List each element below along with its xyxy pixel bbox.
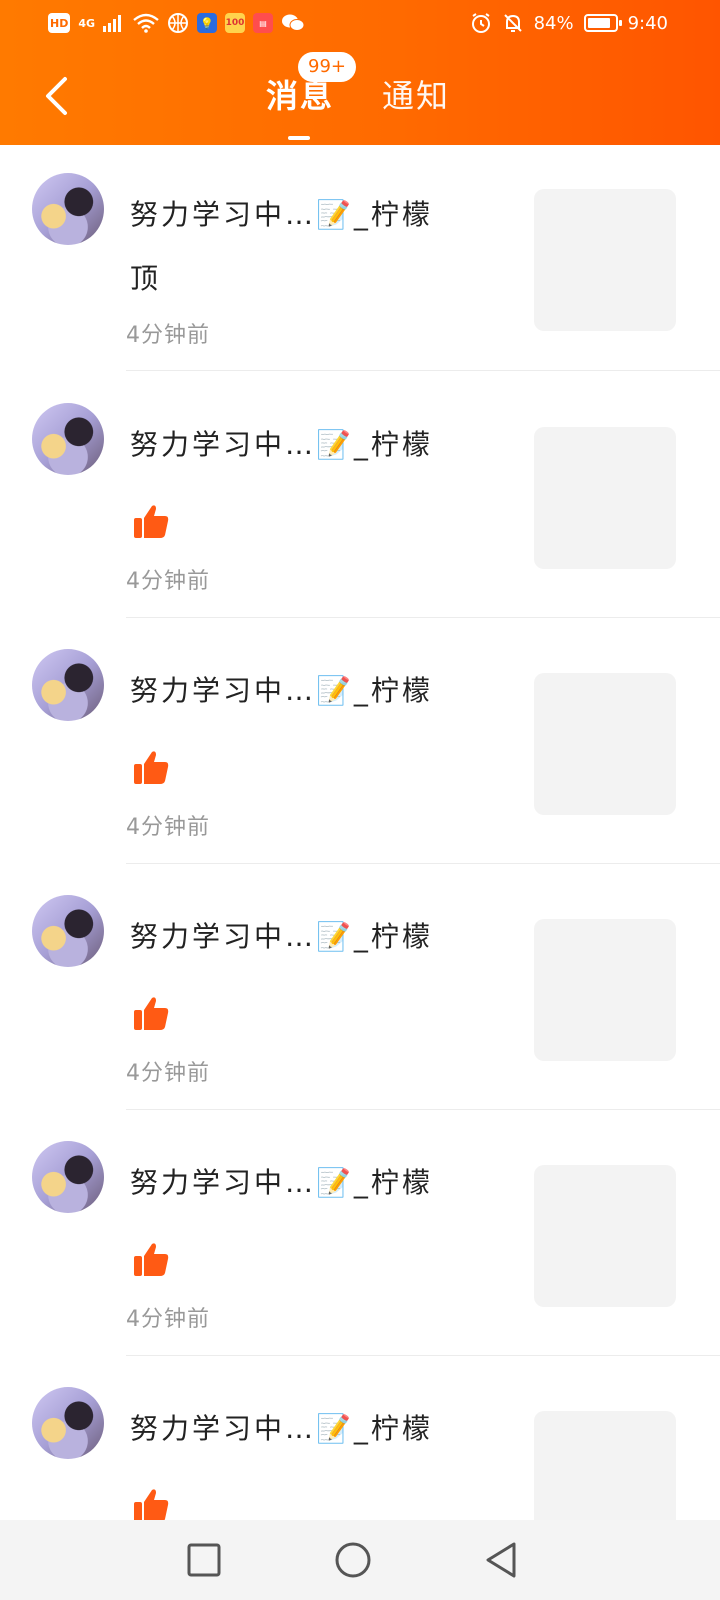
thumbs-up-icon xyxy=(134,997,169,1030)
tab-notices[interactable]: 通知 xyxy=(382,74,450,118)
list-item[interactable]: 努力学习中…📝_柠檬 xyxy=(0,1359,720,1520)
clock-time: 9:40 xyxy=(627,12,668,34)
avatar[interactable] xyxy=(32,649,104,721)
score-100-app-icon: 100 xyxy=(225,13,246,33)
red-app-icon: ▤ xyxy=(253,13,274,33)
divider xyxy=(126,370,720,371)
post-preview-thumbnail[interactable] xyxy=(534,189,676,331)
post-preview-thumbnail[interactable] xyxy=(534,919,676,1061)
divider xyxy=(126,863,720,864)
status-bar: HD 4G 💡 100 ▤ 84% 9:40 xyxy=(0,0,720,50)
divider xyxy=(126,617,720,618)
system-nav-bar xyxy=(0,1520,720,1600)
message-list[interactable]: 努力学习中…📝_柠檬 顶 4分钟前 努力学习中…📝_柠檬 4分钟前 努力学习中…… xyxy=(0,145,720,1520)
unread-badge: 99+ xyxy=(298,52,356,82)
chevron-left-icon xyxy=(46,77,67,115)
post-preview-thumbnail[interactable] xyxy=(534,427,676,569)
thumbs-up-icon xyxy=(134,751,169,784)
back-button[interactable] xyxy=(36,74,76,118)
basketball-icon xyxy=(168,13,189,33)
list-item[interactable]: 努力学习中…📝_柠檬 4分钟前 xyxy=(0,375,720,620)
sender-name[interactable]: 努力学习中…📝_柠檬 xyxy=(130,423,433,463)
message-time: 4分钟前 xyxy=(126,323,210,348)
list-item[interactable]: 努力学习中…📝_柠檬 4分钟前 xyxy=(0,1113,720,1358)
message-time: 4分钟前 xyxy=(126,1307,210,1332)
active-tab-indicator xyxy=(288,136,310,140)
back-triangle-icon[interactable] xyxy=(480,1538,524,1582)
sender-name[interactable]: 努力学习中…📝_柠檬 xyxy=(130,1161,433,1201)
recent-apps-square-icon[interactable] xyxy=(182,1538,226,1582)
sender-name[interactable]: 努力学习中…📝_柠檬 xyxy=(130,915,433,955)
avatar[interactable] xyxy=(32,895,104,967)
message-time: 4分钟前 xyxy=(126,1061,210,1086)
alarm-icon xyxy=(471,13,490,33)
post-preview-thumbnail[interactable] xyxy=(534,1165,676,1307)
status-right-icons: 84% 9:40 xyxy=(470,12,668,34)
battery-percent: 84% xyxy=(533,12,574,34)
list-item[interactable]: 努力学习中…📝_柠檬 4分钟前 xyxy=(0,867,720,1112)
thumbs-up-icon xyxy=(134,505,169,538)
mute-bell-icon xyxy=(503,14,522,32)
message-time: 4分钟前 xyxy=(126,815,210,840)
list-item[interactable]: 努力学习中…📝_柠檬 4分钟前 xyxy=(0,621,720,866)
network-4g-icon: 4G xyxy=(78,16,96,30)
hd-icon: HD xyxy=(48,13,71,33)
message-time: 4分钟前 xyxy=(126,569,210,594)
message-text: 顶 xyxy=(130,262,159,295)
avatar[interactable] xyxy=(32,403,104,475)
avatar[interactable] xyxy=(32,1387,104,1459)
post-preview-thumbnail[interactable] xyxy=(534,673,676,815)
home-circle-icon[interactable] xyxy=(331,1538,375,1582)
sender-name[interactable]: 努力学习中…📝_柠檬 xyxy=(130,193,433,233)
post-preview-thumbnail[interactable] xyxy=(534,1411,676,1520)
list-item[interactable]: 努力学习中…📝_柠檬 顶 4分钟前 xyxy=(0,145,720,390)
bulb-app-icon: 💡 xyxy=(197,13,218,33)
sender-name[interactable]: 努力学习中…📝_柠檬 xyxy=(130,1407,433,1447)
app-header: HD 4G 💡 100 ▤ 84% 9:40 消息 99+ 通知 xyxy=(0,0,720,145)
sender-name[interactable]: 努力学习中…📝_柠檬 xyxy=(130,669,433,709)
divider xyxy=(126,1355,720,1356)
wechat-icon xyxy=(282,14,305,31)
thumbs-up-icon xyxy=(134,1489,169,1520)
divider xyxy=(126,1109,720,1110)
signal-icon xyxy=(103,15,122,32)
avatar[interactable] xyxy=(32,173,104,245)
status-left-icons: HD 4G 💡 100 ▤ xyxy=(48,12,305,34)
thumbs-up-icon xyxy=(134,1243,169,1276)
wifi-icon xyxy=(133,13,159,33)
battery-icon xyxy=(583,14,622,32)
avatar[interactable] xyxy=(32,1141,104,1213)
